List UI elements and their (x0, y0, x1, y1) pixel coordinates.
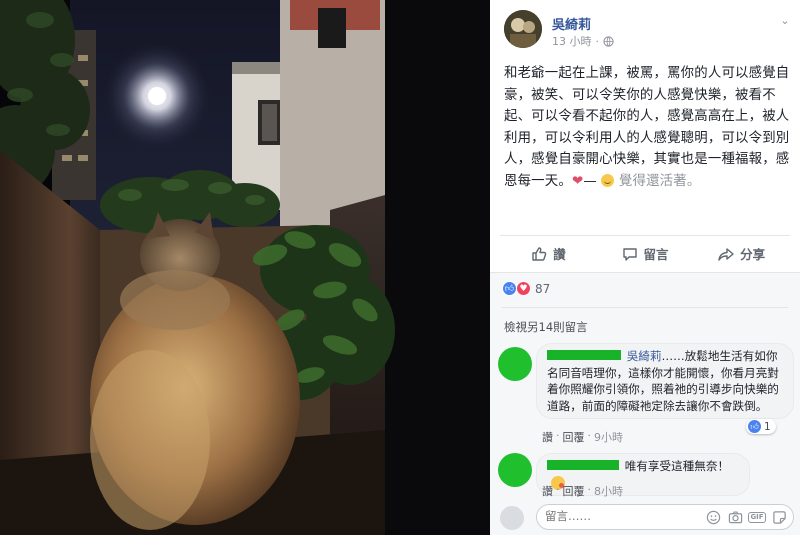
love-reaction-icon: ♥ (516, 281, 531, 296)
comment-mention[interactable]: 吳綺莉 (627, 349, 662, 363)
post-panel: 吳綺莉 13 小時 · ⌄ 和老爺一起在上課，被罵，罵你的人可以感覺自豪，被笑、… (490, 0, 800, 535)
commenter-avatar[interactable] (498, 453, 532, 487)
author-avatar[interactable] (504, 10, 542, 48)
comment-time[interactable]: 9小時 (594, 429, 623, 445)
my-avatar[interactable] (500, 506, 524, 530)
comment-like-link[interactable]: 讚 (542, 429, 553, 445)
post-meta: 13 小時 · (552, 33, 614, 49)
post-dash: — (583, 173, 597, 189)
comments-section: 👍︎ ♥ 87 檢視另14則留言 吳綺莉……放鬆地生活有如你名同音唔理你，這樣你… (490, 272, 800, 535)
comment-like-badge[interactable]: 👍︎ 1 (746, 419, 776, 434)
reaction-count: 87 (535, 281, 551, 296)
comment-like-count: 1 (764, 420, 771, 433)
comment-like-link[interactable]: 讚 (542, 483, 553, 499)
comment-reply-link[interactable]: 回覆 (563, 429, 585, 445)
post-body: 和老爺一起在上課，被罵，罵你的人可以感覺自豪，被笑、可以令笑你的人感覺快樂，被看… (504, 66, 790, 189)
thumbs-up-icon: 👍︎ (748, 420, 761, 433)
comment-time[interactable]: 8小時 (594, 483, 623, 499)
chevron-down-icon[interactable]: ⌄ (778, 14, 792, 28)
post-actions: 讚 留言 分享 (500, 235, 790, 271)
camera-icon[interactable] (727, 509, 743, 525)
gif-icon[interactable]: GIF (748, 509, 766, 525)
speech-bubble-icon (622, 247, 637, 261)
share-arrow-icon (718, 247, 734, 261)
heart-emoji-icon: ❤ (571, 173, 584, 189)
divider (502, 307, 788, 308)
moon-cat-photo (0, 0, 490, 535)
comment-text: 唯有享受這種無奈！ (624, 459, 730, 473)
globe-icon (603, 35, 614, 47)
comment-tools: GIF (705, 509, 787, 525)
comment-actions: 讚 · 回覆 · 8小時 (542, 483, 623, 499)
smiley-emoji-icon (601, 173, 615, 187)
post-photo[interactable] (0, 0, 490, 535)
comment-actions: 讚 · 回覆 · 9小時 (542, 429, 623, 445)
like-label: 讚 (553, 247, 566, 262)
post-text: 和老爺一起在上課，被罵，罵你的人可以感覺自豪，被笑、可以令笑你的人感覺快樂，被看… (504, 63, 790, 192)
like-button[interactable]: 讚 (500, 236, 597, 271)
post-header: 吳綺莉 13 小時 · ⌄ (504, 10, 794, 50)
sticker-icon[interactable] (771, 509, 787, 525)
post-time[interactable]: 13 小時 (552, 33, 592, 49)
feeling-text: 覺得還活著。 (618, 173, 701, 189)
comment-input[interactable] (545, 509, 695, 523)
comment-label: 留言 (643, 247, 669, 262)
redacted-name (547, 460, 619, 470)
commenter-avatar[interactable] (498, 347, 532, 381)
redacted-name (547, 350, 621, 360)
comment-bubble: 吳綺莉……放鬆地生活有如你名同音唔理你，這樣你才能開懷，你看月亮對着你照耀你引領… (536, 343, 794, 420)
view-more-comments-link[interactable]: 檢視另14則留言 (504, 319, 588, 335)
comment-reply-link[interactable]: 回覆 (563, 483, 585, 499)
author-name[interactable]: 吳綺莉 (552, 14, 591, 33)
comment-button[interactable]: 留言 (597, 236, 694, 271)
reaction-summary[interactable]: 👍︎ ♥ 87 (502, 281, 550, 296)
share-button[interactable]: 分享 (693, 236, 790, 271)
write-comment-box[interactable]: GIF (536, 504, 794, 530)
thumbs-up-icon (532, 246, 547, 261)
smiley-icon[interactable] (705, 509, 721, 525)
like-reaction-icon: 👍︎ (502, 281, 517, 296)
share-label: 分享 (740, 247, 766, 262)
